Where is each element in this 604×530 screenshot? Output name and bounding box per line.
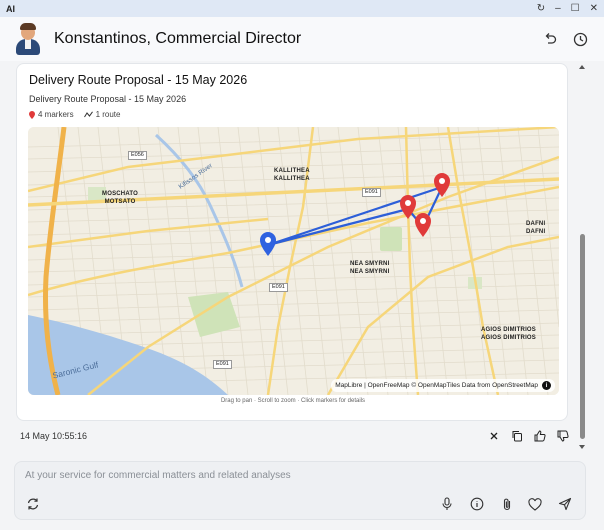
voice-input-button[interactable] (439, 496, 455, 512)
map-view[interactable]: KALLITHEA KALLITHEA MOSCHATO MOTSATO NEA S… (28, 127, 559, 395)
send-icon (558, 497, 572, 511)
road-label-e091: E091 (213, 360, 232, 369)
routes-count: 1 route (95, 110, 121, 119)
heart-icon (528, 497, 542, 511)
minimize-button[interactable]: – (555, 3, 561, 14)
card-title: Delivery Route Proposal - 15 May 2026 (29, 73, 248, 87)
thumbs-down-icon (557, 430, 569, 442)
composer-input[interactable]: At your service for commercial matters a… (25, 470, 291, 481)
close-window-button[interactable]: ✕ (590, 3, 598, 14)
message-composer[interactable]: At your service for commercial matters a… (14, 461, 586, 520)
markers-count: 4 markers (38, 110, 74, 119)
place-label-dafni: DAFNI DAFNI (526, 221, 546, 235)
place-label-agios-dimitrios: AGIOS DIMITRIOS AGIOS DIMITRIOS (481, 327, 537, 341)
road-label-e091: E091 (362, 188, 381, 197)
favorite-button[interactable] (527, 496, 543, 512)
map-card: Delivery Route Proposal - 15 May 2026 De… (16, 63, 568, 421)
place-label-kallithea: KALLITHEA KALLITHEA (274, 168, 310, 182)
page-title: Konstantinos, Commercial Director (54, 30, 302, 47)
copy-icon (512, 431, 522, 442)
thumbs-down-button[interactable] (556, 429, 570, 443)
map-meta: 4 markers 1 route (29, 110, 120, 119)
paperclip-icon (503, 498, 511, 511)
route-icon (83, 111, 93, 118)
undo-icon (545, 33, 557, 44)
thumbs-up-icon (534, 430, 546, 442)
road-label-e091: E091 (269, 283, 288, 292)
new-chat-button[interactable] (25, 496, 41, 512)
clock-icon (573, 32, 587, 46)
map-hint: Drag to pan · Scroll to zoom · Click mar… (220, 398, 366, 404)
avatar (14, 23, 42, 55)
history-button[interactable] (570, 29, 590, 49)
thumbs-up-button[interactable] (533, 429, 547, 443)
scroll-thumb[interactable] (580, 234, 585, 439)
chat-header: Konstantinos, Commercial Director (0, 17, 604, 61)
refresh-icon (27, 498, 39, 510)
pin-icon (29, 110, 35, 119)
place-label-moschato: MOSCHATO MOTSATO (102, 191, 139, 205)
scroll-up-arrow[interactable] (579, 65, 585, 69)
message-timestamp: 14 May 10:55:16 (20, 431, 88, 441)
chat-scrollbar[interactable] (576, 61, 588, 453)
road-label-e056: E056 (128, 151, 147, 160)
attribution-text[interactable]: MapLibre | OpenFreeMap © OpenMapTiles Da… (335, 382, 538, 389)
window-titlebar: AI ↻ – ☐ ✕ (0, 0, 604, 17)
microphone-icon (442, 497, 452, 510)
delete-message-button[interactable] (487, 429, 501, 443)
attach-button[interactable] (499, 496, 515, 512)
app-name: AI (6, 3, 15, 14)
info-icon[interactable]: i (542, 381, 551, 390)
close-icon (490, 432, 498, 440)
info-button[interactable] (469, 496, 485, 512)
chat-scroll-area[interactable]: Delivery Route Proposal - 15 May 2026 De… (14, 61, 576, 447)
undo-button[interactable] (540, 29, 560, 49)
place-label-nea-smyrni: NEA SMYRNI NEA SMYRNI (350, 261, 390, 275)
map-attribution[interactable]: MapLibre | OpenFreeMap © OpenMapTiles Da… (331, 379, 555, 392)
info-circle-icon (470, 497, 484, 511)
send-button[interactable] (557, 496, 573, 512)
scroll-down-arrow[interactable] (579, 445, 585, 449)
maximize-button[interactable]: ☐ (571, 3, 580, 14)
card-subtitle: Delivery Route Proposal - 15 May 2026 (29, 94, 187, 104)
refresh-window-icon[interactable]: ↻ (537, 3, 545, 14)
message-footer: 14 May 10:55:16 (20, 429, 570, 443)
copy-button[interactable] (510, 429, 524, 443)
